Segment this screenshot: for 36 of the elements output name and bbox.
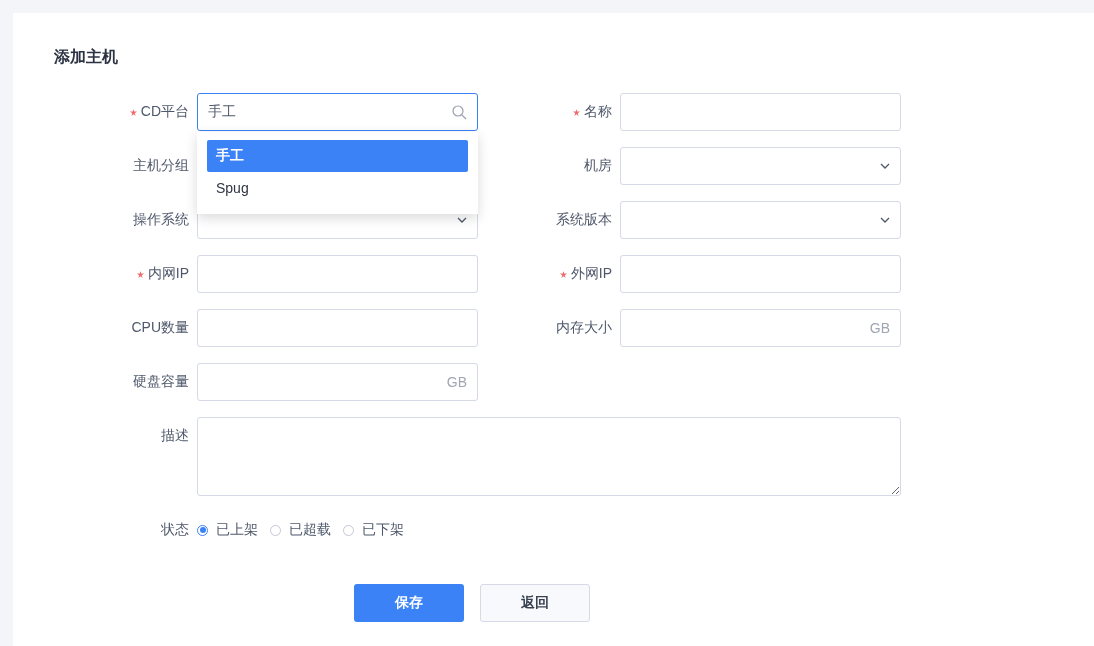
select-field[interactable]: 手工: [197, 93, 478, 131]
back-button[interactable]: 返回: [480, 584, 590, 622]
field-label: 操作系统: [133, 211, 189, 229]
select-field[interactable]: [620, 201, 901, 239]
field-label: 名称: [584, 103, 612, 121]
field-label: 外网IP: [570, 265, 612, 283]
select-value: 手工: [208, 103, 236, 121]
radio-option[interactable]: 已上架: [197, 521, 262, 539]
input-field[interactable]: [197, 255, 478, 293]
chevron-down-icon: [457, 217, 467, 223]
field-label: 机房: [584, 157, 612, 175]
field-label: CD平台: [140, 103, 189, 121]
field-label: CPU数量: [131, 319, 189, 337]
unit-suffix: GB: [446, 374, 467, 390]
input-field[interactable]: [620, 93, 901, 131]
description-field[interactable]: [197, 417, 901, 496]
field-label: 内网IP: [147, 265, 189, 283]
chevron-down-icon: [880, 163, 890, 169]
field-label: 主机分组: [133, 157, 189, 175]
search-icon: [452, 104, 467, 120]
dropdown-option[interactable]: Spug: [207, 172, 468, 204]
dropdown-option[interactable]: 手工: [207, 140, 468, 172]
save-button[interactable]: 保存: [354, 584, 464, 622]
input-field[interactable]: [197, 309, 478, 347]
field-label: 系统版本: [556, 211, 612, 229]
field-label: 内存大小: [556, 319, 612, 337]
input-field[interactable]: [620, 255, 901, 293]
radio-option[interactable]: 已超载: [270, 521, 335, 539]
chevron-down-icon: [880, 217, 890, 223]
field-label: 硬盘容量: [133, 373, 189, 391]
field-label: 描述: [161, 427, 189, 445]
unit-suffix: GB: [869, 320, 890, 336]
field-label: 状态: [161, 521, 189, 539]
radio-option[interactable]: 已下架: [343, 521, 408, 539]
select-field[interactable]: [620, 147, 901, 185]
page-title: 添加主机: [54, 47, 118, 67]
